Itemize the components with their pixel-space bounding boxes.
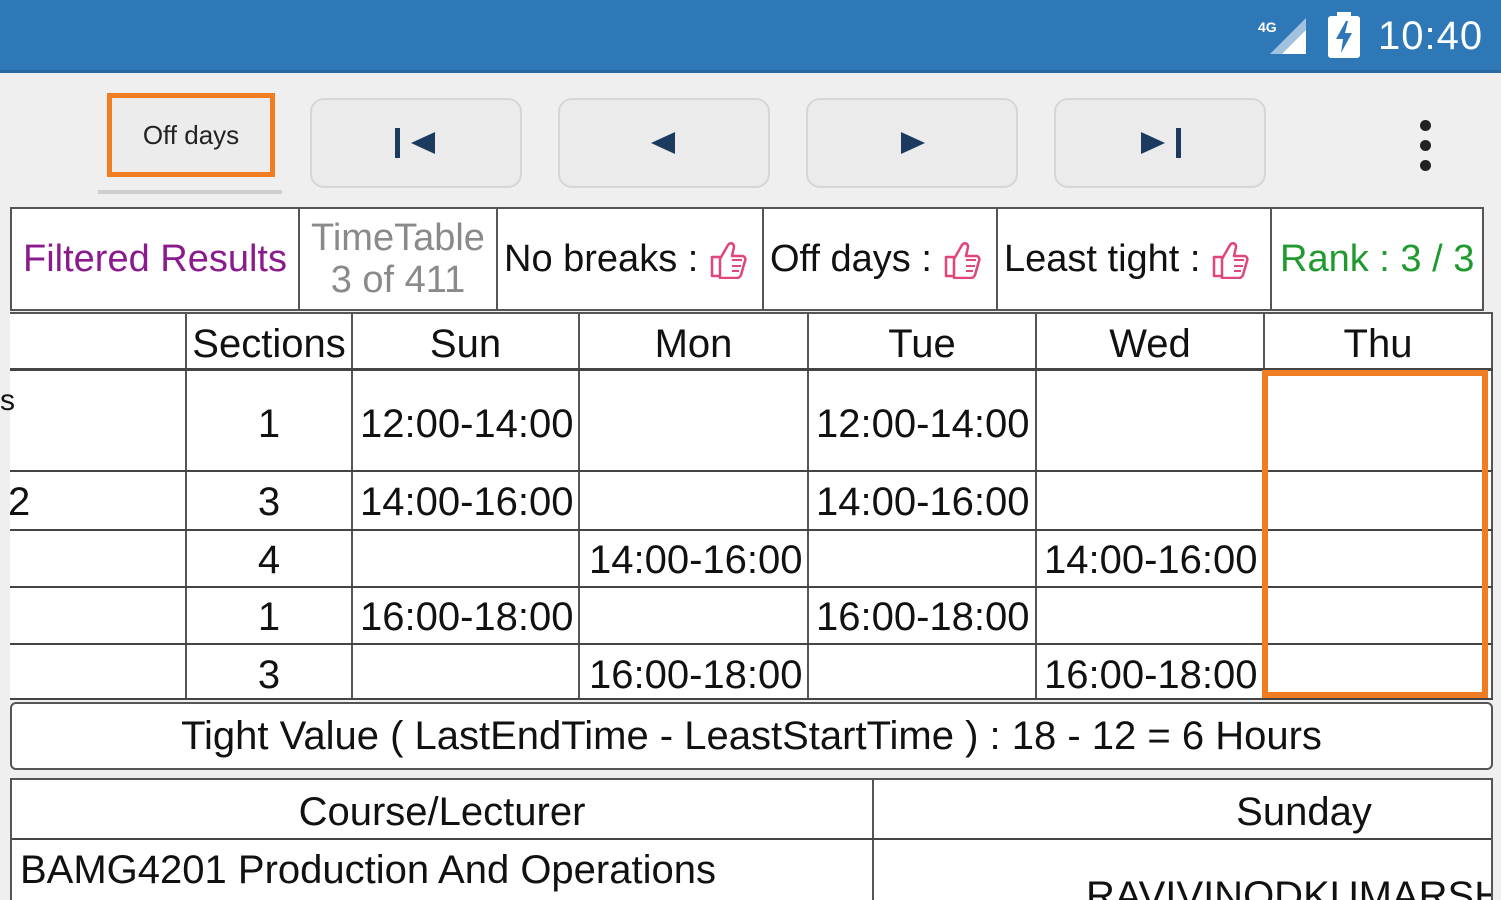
next-icon [901,132,925,154]
timetable-counter: TimeTable 3 of 411 [300,209,498,309]
table-row-section: 1 [257,402,281,446]
off-days-label: Off days : [770,237,932,280]
header-sunday: Sunday [1236,790,1372,834]
thumbs-up-icon [711,242,747,279]
last-timetable-button[interactable] [1054,98,1266,188]
no-breaks-label: No breaks : [504,237,699,280]
skip-to-last-icon [1141,128,1181,158]
status-time: 10:40 [1378,14,1484,58]
network-type-label: 4G [1258,19,1277,35]
timetable-label: TimeTable [311,217,485,259]
cell-mon: 16:00-18:00 [589,653,803,697]
previous-timetable-button[interactable] [558,98,770,188]
table-row-section: 4 [257,538,281,582]
header-sun: Sun [429,322,502,366]
battery-charging-icon [1328,12,1360,58]
rank-label: Rank : 3 / 3 [1280,237,1475,280]
header-tue: Tue [888,322,956,366]
table-row-course: s [0,384,15,417]
cell-mon: 14:00-16:00 [589,538,803,582]
course-lecturer-table: Course/Lecturer Sunday BAMG4201 Producti… [10,778,1493,900]
off-days-indicator: Off days : [764,209,998,309]
least-tight-indicator: Least tight : [998,209,1272,309]
header-sections: Sections [192,322,346,366]
header-wed: Wed [1109,322,1191,366]
skip-to-first-icon [395,128,435,158]
no-breaks-indicator: No breaks : [498,209,764,309]
cell-sun: 16:00-18:00 [360,595,574,639]
cell-wed: 16:00-18:00 [1044,653,1258,697]
header-thu: Thu [1343,322,1413,366]
tight-value-summary: Tight Value ( LastEndTime - LeastStartTi… [10,702,1493,770]
cell-sun: 12:00-14:00 [360,402,574,446]
cell-wed: 14:00-16:00 [1044,538,1258,582]
status-bar: 4G 10:40 [0,0,1501,73]
course-name: BAMG4201 Production And Operations [20,848,716,892]
cell-tue: 14:00-16:00 [816,480,1030,524]
table-row-section: 1 [257,595,281,639]
next-timetable-button[interactable] [806,98,1018,188]
timetable-count: 3 of 411 [330,259,466,301]
thumbs-up-icon [1213,242,1250,279]
off-days-button[interactable]: Off days [107,93,275,177]
previous-icon [651,132,675,154]
cell-tue: 12:00-14:00 [816,402,1030,446]
table-row-course: 2 [8,480,31,524]
cell-sun: 14:00-16:00 [360,480,574,524]
header-mon: Mon [654,322,733,366]
more-vertical-icon [1420,120,1431,131]
thursday-off-day-highlight [1262,370,1488,698]
thumbs-up-icon [944,242,981,279]
lecturer-name: RAVIVINODKUMARSHAR [1086,874,1491,900]
table-row-section: 3 [257,653,281,697]
least-tight-label: Least tight : [1004,237,1201,280]
results-info-bar: Filtered Results TimeTable 3 of 411 No b… [10,207,1484,311]
header-course-lecturer: Course/Lecturer [298,790,586,834]
filtered-results-label: Filtered Results [12,209,300,309]
first-timetable-button[interactable] [310,98,522,188]
table-row-section: 3 [257,480,281,524]
cell-tue: 16:00-18:00 [816,595,1030,639]
signal-4g-icon: 4G [1258,18,1306,54]
more-options-button[interactable] [1410,118,1442,174]
